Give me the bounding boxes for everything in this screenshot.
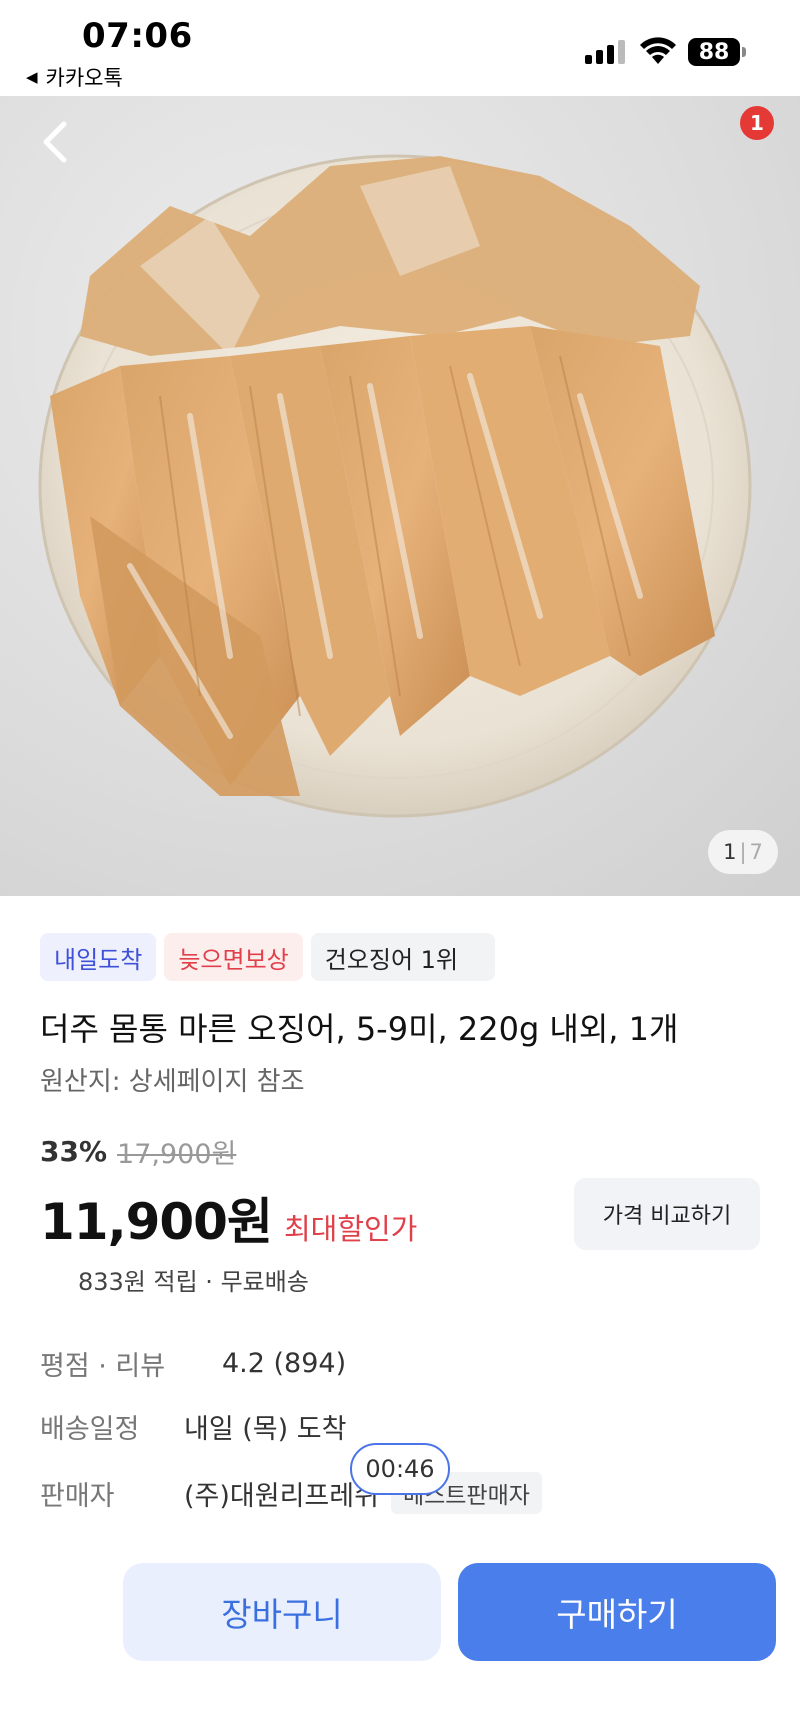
shipping-schedule-row: 배송일정 내일 (목) 도착 xyxy=(40,1407,346,1446)
price-row: 11,900원 최대할인가 xyxy=(40,1182,417,1254)
status-time: 07:06 xyxy=(82,16,193,56)
tag-arrival-tomorrow: 내일도착 xyxy=(40,933,157,981)
battery-tip xyxy=(742,47,746,57)
image-page-counter: 1 | 7 xyxy=(708,830,778,874)
sale-price: 11,900원 xyxy=(40,1193,273,1251)
rating-value[interactable]: 4.2 (894) xyxy=(222,1348,346,1379)
discount-rate: 33% xyxy=(40,1135,108,1168)
recording-timer[interactable]: 00:46 xyxy=(350,1443,450,1495)
battery-icon: 88 xyxy=(688,38,740,66)
discount-row: 33% 17,900원 xyxy=(40,1132,236,1171)
dried-squid-illustration xyxy=(38,154,752,818)
original-price: 17,900원 xyxy=(117,1139,237,1170)
rating-label: 평점 · 리뷰 xyxy=(40,1351,166,1382)
status-bar: 07:06 ◀ 카카오톡 88 xyxy=(0,0,800,96)
wifi-icon xyxy=(640,37,676,64)
product-tags: 내일도착 늦으면보상 건오징어 1위 xyxy=(40,933,495,981)
max-discount-label: 최대할인가 xyxy=(283,1212,418,1246)
seller-label: 판매자 xyxy=(40,1480,115,1512)
shipping-value: 내일 (목) 도착 xyxy=(184,1414,347,1445)
price-compare-button[interactable]: 가격 비교하기 xyxy=(574,1178,760,1250)
add-to-cart-button[interactable]: 장바구니 xyxy=(123,1563,441,1661)
image-counter-total: 7 xyxy=(749,840,763,864)
cellular-signal-icon xyxy=(585,38,625,64)
seller-name[interactable]: (주)대원리프레쉬 xyxy=(184,1474,379,1513)
back-triangle-icon: ◀ xyxy=(26,68,38,86)
product-image[interactable] xyxy=(0,96,800,896)
back-arrow-icon[interactable] xyxy=(36,118,76,166)
tag-category-rank[interactable]: 건오징어 1위 xyxy=(310,933,495,981)
seller-row[interactable]: 판매자 (주)대원리프레쉬 베스트판매자 xyxy=(40,1472,542,1514)
shipping-label: 배송일정 xyxy=(40,1414,140,1445)
buy-now-button[interactable]: 구매하기 xyxy=(458,1563,776,1661)
points-shipping-info: 833원 적립 · 무료배송 xyxy=(78,1268,309,1296)
back-app-label: 카카오톡 xyxy=(45,66,123,90)
back-to-app-link[interactable]: ◀ 카카오톡 xyxy=(26,62,123,92)
cart-count-badge[interactable]: 1 xyxy=(740,106,774,140)
image-counter-separator: | xyxy=(739,840,747,864)
rating-review-row[interactable]: 평점 · 리뷰 4.2 (894) xyxy=(40,1344,346,1383)
product-title: 더주 몸통 마른 오징어, 5-9미, 220g 내외, 1개 xyxy=(40,1010,679,1048)
product-origin: 원산지: 상세페이지 참조 xyxy=(40,1067,305,1097)
tag-late-compensation: 늦으면보상 xyxy=(164,933,303,981)
image-counter-current: 1 xyxy=(723,840,737,864)
